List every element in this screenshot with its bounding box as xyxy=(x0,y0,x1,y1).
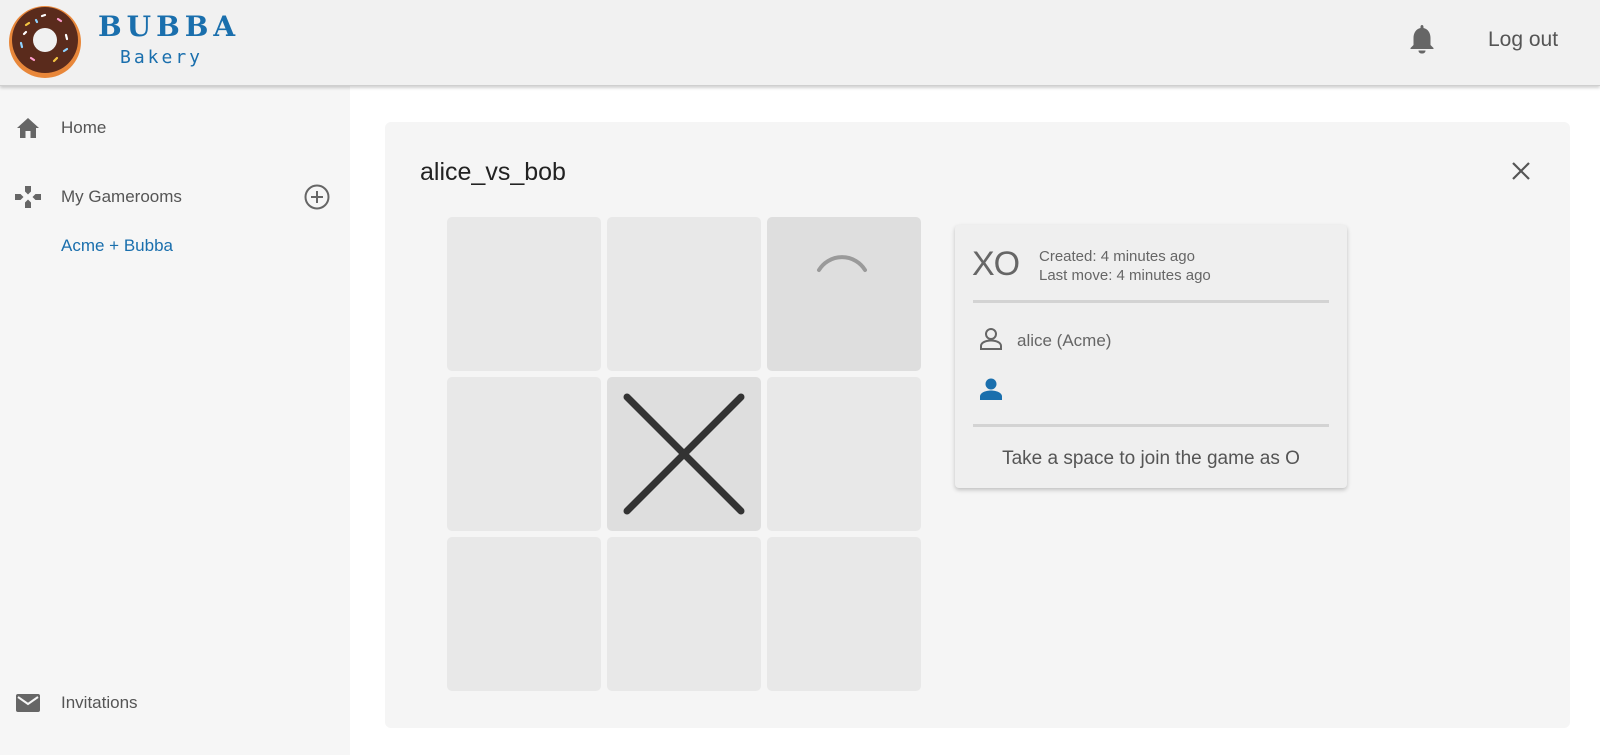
bell-icon[interactable] xyxy=(1407,22,1437,54)
sidebar-item-label: Invitations xyxy=(61,693,138,712)
person-icon xyxy=(980,378,1002,400)
home-icon xyxy=(17,118,39,138)
game-type-label: XO xyxy=(972,245,1020,283)
add-circle-icon[interactable] xyxy=(303,183,331,211)
board-cell-3[interactable] xyxy=(767,217,921,371)
created-time: Created: 4 minutes ago xyxy=(1039,248,1195,265)
brand-subtitle: Bakery xyxy=(120,47,204,68)
board-cell-8[interactable] xyxy=(607,537,761,691)
donut-logo[interactable] xyxy=(6,3,84,79)
divider xyxy=(973,300,1329,303)
board-cell-5[interactable] xyxy=(607,377,761,531)
person-outline-icon xyxy=(980,328,1002,350)
loading-spinner-icon xyxy=(817,255,867,272)
sidebar-gameroom-acme-bubba[interactable]: Acme + Bubba xyxy=(61,236,173,256)
divider xyxy=(973,424,1329,427)
sidebar-item-label: Home xyxy=(61,118,107,137)
close-icon[interactable] xyxy=(1508,158,1534,184)
board-cell-2[interactable] xyxy=(607,217,761,371)
sidebar: Home My Gamerooms Acme + Bubba Invitatio… xyxy=(0,86,350,755)
logout-button[interactable]: Log out xyxy=(1488,28,1558,52)
game-meta: Created: 4 minutes ago Last move: 4 minu… xyxy=(1039,247,1211,285)
gamepad-icon xyxy=(15,186,41,208)
game-card: alice_vs_bob XO Created: 4 minutes ago L… xyxy=(385,122,1570,728)
sidebar-item-label: My Gamerooms xyxy=(61,187,182,206)
board-cell-7[interactable] xyxy=(447,537,601,691)
player-x-name: alice (Acme) xyxy=(1017,331,1112,350)
app-header: BUBBA Bakery Log out xyxy=(0,0,1600,86)
brand-name: BUBBA xyxy=(98,10,241,43)
mail-icon xyxy=(16,694,40,712)
game-title: alice_vs_bob xyxy=(420,158,566,186)
sidebar-item-invitations[interactable]: Invitations xyxy=(0,683,350,723)
sidebar-item-home[interactable]: Home xyxy=(0,108,350,148)
join-message: Take a space to join the game as O xyxy=(1002,448,1300,469)
board-cell-9[interactable] xyxy=(767,537,921,691)
game-board xyxy=(447,217,927,697)
sidebar-item-my-gamerooms[interactable]: My Gamerooms xyxy=(0,177,350,217)
x-mark-icon xyxy=(623,393,745,515)
board-cell-6[interactable] xyxy=(767,377,921,531)
last-move-time: Last move: 4 minutes ago xyxy=(1039,267,1211,284)
game-info-panel: XO Created: 4 minutes ago Last move: 4 m… xyxy=(955,225,1347,488)
board-cell-1[interactable] xyxy=(447,217,601,371)
board-cell-4[interactable] xyxy=(447,377,601,531)
